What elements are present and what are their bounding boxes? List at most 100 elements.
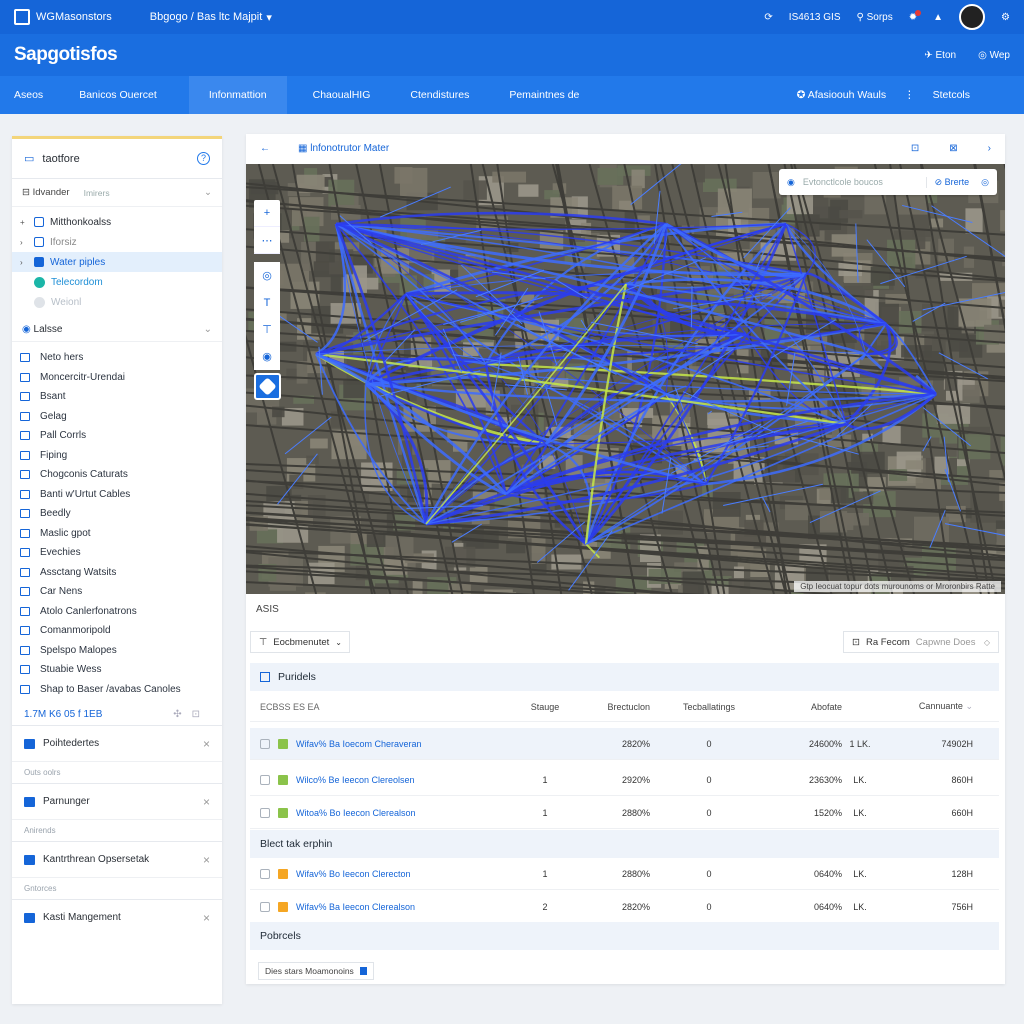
footer-link[interactable]: Dies stars Moamonoins — [258, 962, 374, 980]
tree-item-telecom[interactable]: Telecordom — [12, 272, 222, 292]
back-arrow-icon[interactable]: ← — [260, 143, 270, 154]
brand-link-2[interactable]: ◎ Wep — [978, 50, 1010, 61]
category-dropdown[interactable]: ⊤ Eocbmenutet ⌄ — [250, 631, 350, 653]
group-header-2[interactable]: Blect tak erphin — [250, 830, 999, 858]
nav-tab-pemaintnes[interactable]: Pemaintnes de — [495, 76, 593, 114]
caret-icon[interactable]: › — [20, 238, 28, 247]
brand-link-1[interactable]: ✈ Eton — [924, 50, 956, 61]
settings-icon[interactable]: ⚙ — [1001, 12, 1010, 23]
table-row[interactable]: Wifav% Ba Ioecom Cheraveran 2820% 0 24600% 1… — [250, 728, 999, 760]
layer-item[interactable]: Chogconis Caturats — [12, 465, 222, 485]
map-search-input[interactable]: Evtonctlcole boucos — [803, 177, 883, 187]
close-icon[interactable]: × — [203, 853, 210, 867]
nav-tab-chaoual[interactable]: ChaoualHIG — [299, 76, 385, 114]
close-icon[interactable]: × — [203, 795, 210, 809]
layer-item[interactable]: Pall Corrls — [12, 426, 222, 446]
map-canvas[interactable] — [246, 164, 1005, 594]
panel-row[interactable]: Kasti Mangement × — [12, 899, 222, 935]
col-cannuante[interactable]: Cannuante ⌄ — [878, 701, 987, 712]
row-link[interactable]: Wifav% Ba Ioecom Cheraveran — [296, 739, 422, 749]
col-name[interactable]: ECBSS ES EA — [250, 702, 500, 712]
row-checkbox[interactable] — [260, 868, 270, 879]
layers-toggle-button[interactable] — [254, 373, 281, 400]
panel-row[interactable]: Parnunger × — [12, 783, 222, 819]
table-row[interactable]: Wifav% Ba Ieecon Clerealson 2 2820% 0 0640% L… — [250, 891, 999, 923]
map-view[interactable]: + ⋯ ◎ T ⊤ ◉ ◉ Evtonctlcole boucos ⊘ Brer… — [246, 164, 1005, 594]
layer-item[interactable]: Neto hers — [12, 348, 222, 368]
layer-item[interactable]: Assctang Watsits — [12, 563, 222, 583]
close-icon[interactable]: × — [203, 911, 210, 925]
col-stage[interactable]: Stauge — [500, 702, 590, 712]
nav-tab-aseos[interactable]: Aseos — [0, 76, 57, 114]
table-row[interactable]: Wifav% Bo Ieecon Clerecton 1 2880% 0 0640% LK… — [250, 858, 999, 890]
row-link[interactable]: Wifav% Ba Ieecon Clerealson — [296, 902, 415, 912]
col-brectuclon[interactable]: Brectuclon — [590, 702, 650, 712]
row-link[interactable]: Wifav% Bo Ieecon Clerecton — [296, 869, 411, 879]
map-search-button[interactable]: ⊘ Brerte — [925, 176, 969, 188]
more-icon[interactable]: ⋮ — [904, 89, 915, 101]
fullscreen-icon[interactable]: ⊠ — [949, 143, 957, 154]
layer-item[interactable]: Car Nens — [12, 582, 222, 602]
table-row[interactable]: Witoa% Bo Ieecon Clerealson 1 2880% 0 1520% L… — [250, 797, 999, 829]
group-header-1[interactable]: Puridels — [250, 663, 999, 691]
expand-icon[interactable]: ⊡ — [911, 143, 919, 154]
table-search[interactable]: ⊡ Ra Fecom Capwne Does ◇ — [843, 631, 999, 653]
col-abofate[interactable]: Abofate — [768, 702, 842, 712]
tree-item-5[interactable]: Weionl — [12, 292, 222, 312]
project-selector[interactable]: Bbgogo / Bas ltc Majpit ▾ — [150, 11, 272, 24]
row-checkbox[interactable] — [260, 738, 270, 749]
layers-section-header[interactable]: ◉ Lalsse ⌄ — [12, 318, 222, 342]
layer-item[interactable]: Evechies — [12, 543, 222, 563]
help-icon[interactable]: ? — [197, 152, 210, 165]
avatar[interactable] — [959, 4, 986, 30]
row-checkbox[interactable] — [260, 774, 270, 785]
layer-item[interactable]: Moncercitr-Urendai — [12, 368, 222, 388]
close-icon[interactable]: × — [203, 737, 210, 751]
tree-item-1[interactable]: + Mitthonkoalss — [12, 212, 222, 232]
panel-row[interactable]: Kantrthrean Opsersetak × — [12, 841, 222, 877]
pin-tool-icon[interactable]: ⊤ — [254, 316, 280, 343]
layer-item[interactable]: Maslic gpot — [12, 524, 222, 544]
table-search-input[interactable]: Capwne Does — [916, 637, 976, 648]
locate-icon[interactable]: ◎ — [981, 177, 989, 188]
chevron-right-icon[interactable]: › — [988, 143, 991, 154]
tree-item-2[interactable]: › Iforsiz — [12, 232, 222, 252]
zoom-in-button[interactable]: + — [254, 200, 280, 227]
layer-item[interactable]: Stuabie Wess — [12, 660, 222, 680]
col-tecballatings[interactable]: Tecballatings — [650, 702, 768, 712]
eye-icon[interactable]: ◉ — [254, 343, 280, 370]
caret-icon[interactable]: › — [20, 258, 28, 267]
layer-item[interactable]: Comanmoripold — [12, 621, 222, 641]
row-link[interactable]: Witoa% Bo Ieecon Clerealson — [296, 808, 416, 818]
row-link[interactable]: Wilco% Be Ieecon Clereolsen — [296, 775, 415, 785]
layer-item[interactable]: Spelspo Malopes — [12, 641, 222, 661]
bell-icon[interactable]: ▲ — [933, 12, 943, 23]
group-header-3[interactable]: Pobrcels — [250, 922, 999, 950]
panel-row[interactable]: Poihtedertes × — [12, 725, 222, 761]
row-checkbox[interactable] — [260, 901, 270, 912]
layer-item[interactable]: Shap to Baser /avabas Canoles — [12, 680, 222, 700]
refresh-icon[interactable]: ⟳ — [764, 12, 772, 23]
alert-icon[interactable]: ✹ — [909, 9, 922, 23]
nav-tab-banicos[interactable]: Banicos Ouercet — [65, 76, 171, 114]
layer-item[interactable]: Gelag — [12, 407, 222, 427]
caret-icon[interactable]: + — [20, 218, 28, 227]
layer-item[interactable]: Bsant — [12, 387, 222, 407]
nav-tab-ctendistures[interactable]: Ctendistures — [396, 76, 483, 114]
nav-tab-information[interactable]: Infonmattion — [188, 76, 287, 114]
layer-item[interactable]: Fiping — [12, 446, 222, 466]
sidebar-filter[interactable]: ⊟ Idvander Imirers ⌄ — [12, 179, 222, 207]
layer-item[interactable]: Atolo Canlerfonatrons — [12, 602, 222, 622]
nav-right-1[interactable]: ✪ Afasioouh Wauls — [797, 89, 887, 101]
map-search[interactable]: ◉ Evtonctlcole boucos ⊘ Brerte ◎ — [779, 169, 997, 195]
workspace-name[interactable]: WGMasonstors — [36, 11, 112, 23]
text-tool-icon[interactable]: T — [254, 289, 280, 316]
table-row[interactable]: Wilco% Be Ieecon Clereolsen 1 2920% 0 23630%… — [250, 764, 999, 796]
row-checkbox[interactable] — [260, 807, 270, 818]
nav-right-2[interactable]: Stetcols — [933, 89, 970, 101]
more-tools-button[interactable]: ⋯ — [254, 227, 280, 254]
user-menu[interactable]: ⚲ Sorps — [857, 12, 893, 23]
measure-icon[interactable]: ◎ — [254, 262, 280, 289]
layer-item[interactable]: Banti w'Urtut Cables — [12, 485, 222, 505]
tree-item-water[interactable]: › Water piples — [12, 252, 222, 272]
